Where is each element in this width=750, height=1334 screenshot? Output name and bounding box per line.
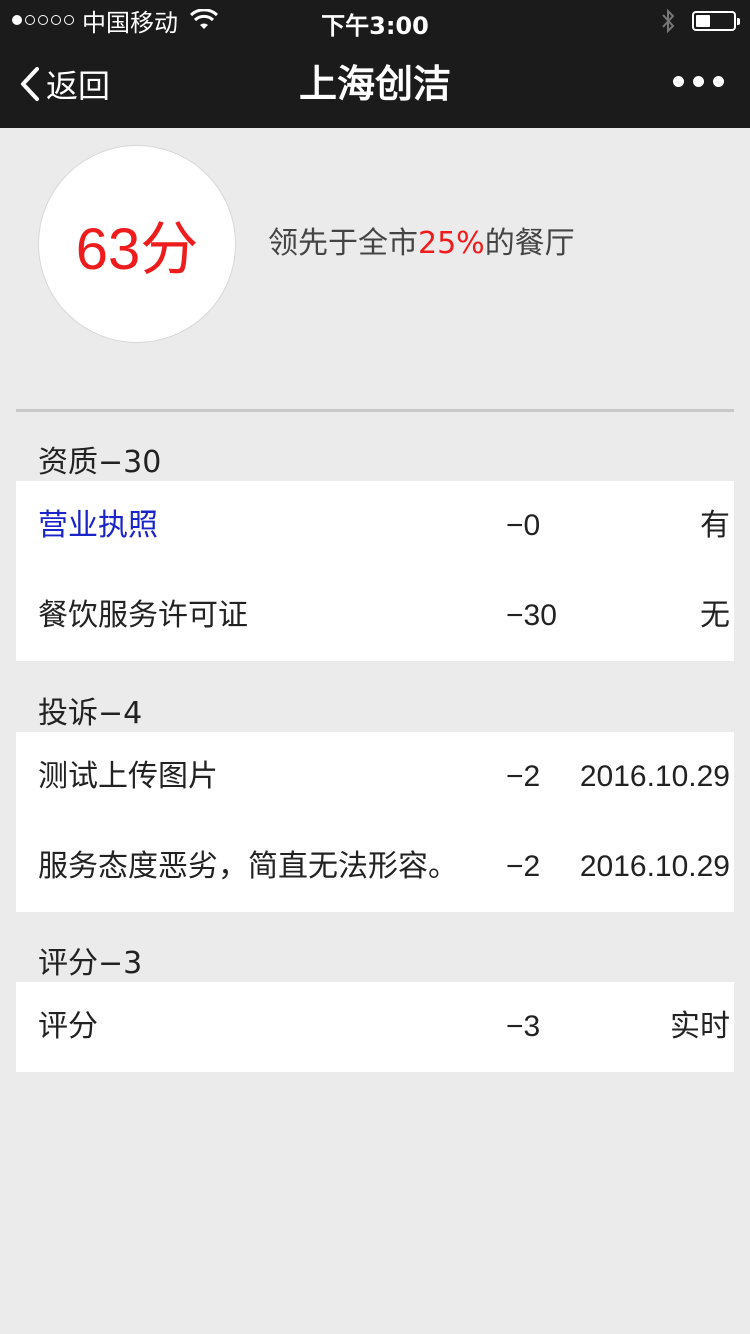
item-deduction: −0: [506, 509, 541, 542]
item-name: 测试上传图片: [38, 759, 218, 794]
item-deduction: −30: [506, 599, 557, 632]
rating-panel: 评分 −3 实时: [16, 982, 734, 1072]
section-header-qualification: 资质−30: [38, 445, 162, 480]
list-item[interactable]: 服务态度恶劣，简直无法形容。 −2 2016.10.29: [16, 822, 734, 912]
page-title: 上海创洁: [298, 62, 451, 106]
item-deduction: −2: [506, 850, 541, 883]
status-bar: 中国移动 下午3:00: [0, 0, 750, 40]
complaints-panel: 测试上传图片 −2 2016.10.29 服务态度恶劣，简直无法形容。 −2 2…: [16, 732, 734, 912]
qualification-panel: 营业执照 −0 有 餐饮服务许可证 −30 无: [16, 481, 734, 661]
list-item[interactable]: 评分 −3 实时: [16, 982, 734, 1072]
battery-level: [696, 15, 710, 27]
score-value: 63分: [75, 217, 199, 282]
more-dot-icon: [693, 76, 704, 87]
item-deduction: −2: [506, 760, 541, 793]
divider: [16, 409, 734, 412]
list-item[interactable]: 测试上传图片 −2 2016.10.29: [16, 732, 734, 822]
rank-suffix: 的餐厅: [484, 226, 575, 261]
item-status: 实时: [670, 1010, 730, 1043]
score-circle: 63分: [38, 145, 236, 343]
bluetooth-icon: [662, 8, 675, 34]
section-header-complaints: 投诉−4: [38, 696, 143, 731]
item-status: 无: [700, 599, 730, 632]
more-dot-icon: [673, 76, 684, 87]
rank-text: 领先于全市25%的餐厅: [268, 218, 575, 262]
rank-prefix: 领先于全市: [268, 226, 418, 261]
more-dot-icon: [713, 76, 724, 87]
nav-bar: 返回 上海创洁: [0, 40, 750, 128]
more-options-button[interactable]: [673, 76, 724, 87]
item-date: 2016.10.29: [579, 850, 730, 883]
item-date: 2016.10.29: [579, 760, 730, 793]
item-name: 餐饮服务许可证: [38, 598, 248, 633]
item-name: 评分: [38, 1009, 98, 1044]
list-item: 餐饮服务许可证 −30 无: [16, 571, 734, 661]
item-status: 有: [700, 509, 730, 542]
item-name-link[interactable]: 营业执照: [38, 481, 158, 571]
list-item[interactable]: 营业执照 −0 有: [16, 481, 734, 571]
clock: 下午3:00: [321, 12, 429, 40]
battery-icon: [692, 11, 740, 31]
item-deduction: −3: [506, 1010, 541, 1043]
section-header-rating: 评分−3: [38, 946, 143, 981]
item-name: 服务态度恶劣，简直无法形容。: [38, 849, 458, 884]
rank-percent: 25%: [418, 226, 485, 261]
